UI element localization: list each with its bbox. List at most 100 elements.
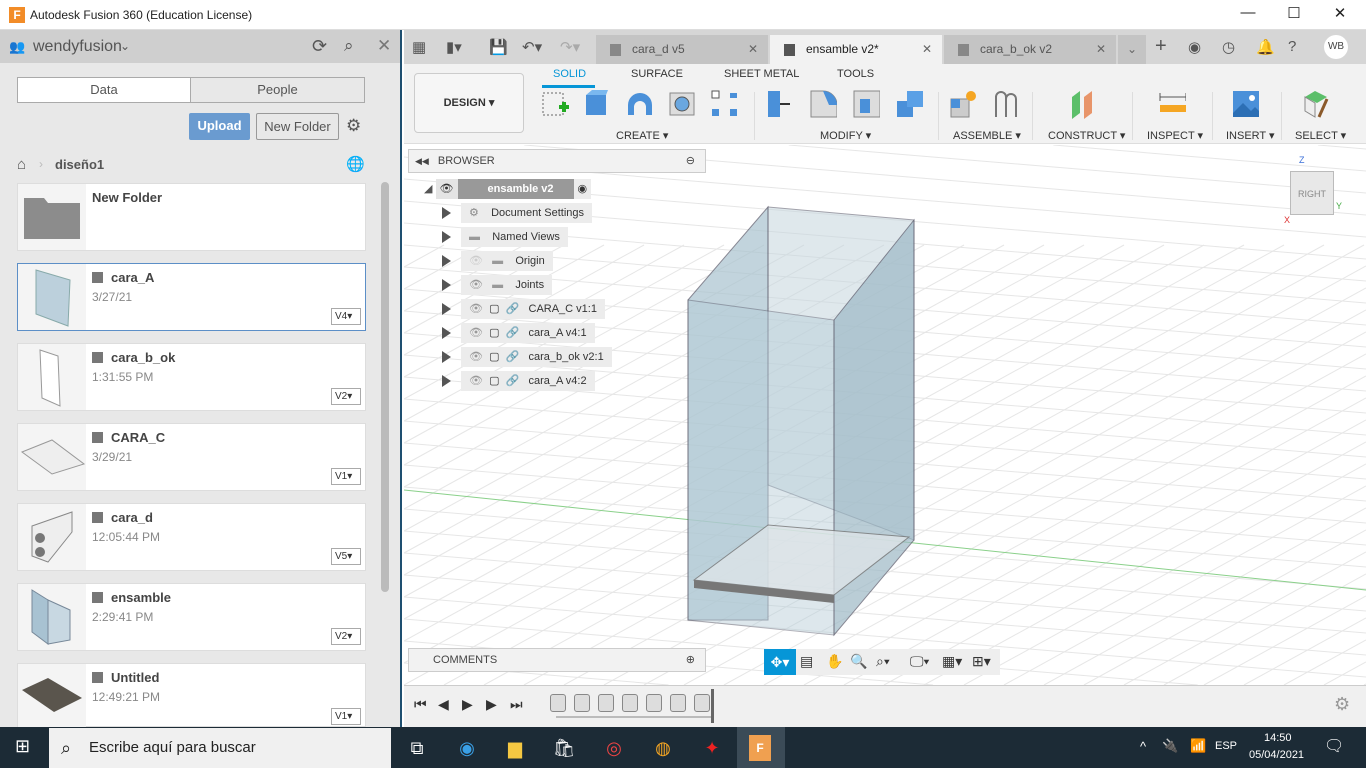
- user-avatar[interactable]: WB: [1324, 35, 1348, 59]
- tab-people[interactable]: People: [190, 77, 365, 103]
- orbit-icon[interactable]: ✥▾: [764, 649, 796, 675]
- step-back-icon[interactable]: ◀: [438, 696, 449, 713]
- list-item[interactable]: cara_d 12:05:44 PM V5▾: [17, 503, 366, 571]
- measure-icon[interactable]: [1158, 89, 1186, 119]
- rigid-group-feature-icon[interactable]: [670, 694, 686, 712]
- list-item[interactable]: cara_A 3/27/21 V4▾: [17, 263, 366, 331]
- workspace-switcher[interactable]: DESIGN ▾: [414, 73, 524, 133]
- fillet-icon[interactable]: [809, 89, 837, 119]
- new-component-icon[interactable]: [949, 89, 977, 119]
- chevron-down-icon[interactable]: ⌄: [120, 39, 130, 53]
- redo-icon[interactable]: ↷▾: [560, 38, 580, 56]
- timeline-settings-gear-icon[interactable]: ⚙: [1334, 694, 1350, 715]
- offset-plane-icon[interactable]: [1068, 89, 1096, 119]
- notifications-icon[interactable]: 🗨: [1324, 736, 1344, 756]
- clock-date[interactable]: 05/04/2021: [1249, 749, 1304, 761]
- view-cube[interactable]: RIGHT: [1290, 171, 1334, 215]
- visibility-eye-icon[interactable]: 👁: [435, 179, 458, 199]
- joint-feature-icon[interactable]: [694, 694, 710, 712]
- shell-icon[interactable]: [668, 89, 696, 119]
- file-menu-icon[interactable]: ▮▾: [446, 38, 462, 56]
- tab-overflow-chevron-icon[interactable]: ⌄: [1118, 35, 1146, 64]
- pattern-icon[interactable]: [710, 89, 738, 119]
- language-indicator[interactable]: ESP: [1215, 740, 1237, 752]
- version-dropdown[interactable]: V1▾: [331, 708, 361, 725]
- visibility-eye-icon[interactable]: 👁: [469, 351, 483, 363]
- red-app-icon[interactable]: ✦: [692, 733, 732, 763]
- browser-node[interactable]: 👁 ▢ 🔗 cara_A v4:1: [442, 323, 595, 343]
- revolve-icon[interactable]: [626, 89, 654, 119]
- search-icon[interactable]: ⌕: [344, 36, 354, 56]
- expand-triangle-icon[interactable]: [442, 255, 451, 268]
- tab-data[interactable]: Data: [17, 77, 191, 103]
- task-view-icon[interactable]: ⧉: [397, 733, 437, 763]
- create-sketch-icon[interactable]: [541, 89, 569, 119]
- insert-image-icon[interactable]: [1231, 89, 1259, 119]
- fusion-taskbar-button[interactable]: F: [737, 727, 785, 768]
- file-explorer-icon[interactable]: ▆: [495, 733, 535, 763]
- expand-triangle-icon[interactable]: [442, 279, 451, 292]
- list-item[interactable]: Untitled 12:49:21 PM V1▾: [17, 663, 366, 730]
- settings-gear-icon[interactable]: ⚙: [346, 116, 361, 136]
- add-comment-icon[interactable]: ⊕: [686, 649, 695, 671]
- version-dropdown[interactable]: V1▾: [331, 468, 361, 485]
- windows-start-icon[interactable]: ⊞: [15, 736, 30, 757]
- taskbar-search-input[interactable]: ⌕ Escribe aquí para buscar: [49, 728, 391, 768]
- collapse-browser-icon[interactable]: ◀◀: [415, 156, 429, 166]
- browser-node[interactable]: 👁 ▢ 🔗 cara_A v4:2: [442, 371, 595, 391]
- vpn-app-icon[interactable]: ◍: [643, 733, 683, 763]
- undo-icon[interactable]: ↶▾: [522, 38, 542, 56]
- close-tab-icon[interactable]: ✕: [1096, 35, 1106, 64]
- tab-cara-b-ok[interactable]: cara_b_ok v2 ✕: [944, 35, 1116, 64]
- go-to-end-icon[interactable]: ⏭: [510, 696, 523, 713]
- expand-triangle-icon[interactable]: [442, 327, 451, 340]
- browser-node[interactable]: ⚙ Document Settings: [442, 203, 593, 223]
- globe-icon[interactable]: 🌐: [346, 155, 365, 173]
- visibility-eye-icon[interactable]: 👁: [469, 255, 483, 267]
- minimize-button[interactable]: —: [1233, 4, 1263, 26]
- version-dropdown[interactable]: V2▾: [331, 388, 361, 405]
- browser-node[interactable]: 👁 ▢ 🔗 CARA_C v1:1: [442, 299, 605, 319]
- canvas-viewport[interactable]: ◀◀ BROWSER ⊖ ◢ 👁 ensamble v2 ◉ ⚙ Document …: [404, 145, 1366, 685]
- insert-menu[interactable]: INSERT ▾: [1226, 129, 1275, 142]
- version-dropdown[interactable]: V5▾: [331, 548, 361, 565]
- joint-feature-icon[interactable]: [646, 694, 662, 712]
- expand-triangle-icon[interactable]: [442, 303, 451, 316]
- browser-node[interactable]: ▬ Named Views: [442, 227, 568, 247]
- new-tab-plus-icon[interactable]: +: [1155, 35, 1167, 58]
- expand-triangle-icon[interactable]: [442, 375, 451, 388]
- activate-radio-icon[interactable]: ◉: [573, 179, 592, 199]
- browser-node[interactable]: 👁 ▬ Joints: [442, 275, 553, 295]
- construct-menu[interactable]: CONSTRUCT ▾: [1048, 129, 1125, 142]
- job-status-clock-icon[interactable]: ◷: [1222, 38, 1235, 56]
- microsoft-store-icon[interactable]: 🛍: [544, 733, 584, 763]
- breadcrumb-folder[interactable]: diseño1: [55, 157, 104, 172]
- tab-ensamble[interactable]: ensamble v2* ✕: [770, 35, 942, 64]
- browser-minimize-icon[interactable]: ⊖: [686, 150, 695, 172]
- chrome-icon[interactable]: ◎: [594, 733, 634, 763]
- go-to-start-icon[interactable]: ⏮: [414, 696, 427, 713]
- step-forward-icon[interactable]: ▶: [486, 696, 497, 713]
- play-icon[interactable]: ▶: [462, 696, 473, 713]
- assemble-menu[interactable]: ASSEMBLE ▾: [953, 129, 1021, 142]
- list-item[interactable]: ensamble 2:29:41 PM V2▾: [17, 583, 366, 651]
- zoom-icon[interactable]: 🔍: [850, 653, 867, 670]
- select-menu[interactable]: SELECT ▾: [1295, 129, 1346, 142]
- rigid-group-feature-icon[interactable]: [550, 694, 566, 712]
- press-pull-icon[interactable]: [766, 89, 794, 119]
- visibility-eye-icon[interactable]: 👁: [469, 303, 483, 315]
- home-icon[interactable]: ⌂: [17, 156, 26, 173]
- close-button[interactable]: ✕: [1325, 4, 1355, 26]
- tab-solid[interactable]: SOLID: [553, 68, 586, 80]
- timeline-marker[interactable]: [711, 689, 714, 723]
- list-item[interactable]: CARA_C 3/29/21 V1▾: [17, 423, 366, 491]
- expand-triangle-icon[interactable]: ◢: [424, 183, 432, 195]
- joint-feature-icon[interactable]: [598, 694, 614, 712]
- list-item[interactable]: cara_b_ok 1:31:55 PM V2▾: [17, 343, 366, 411]
- expand-triangle-icon[interactable]: [442, 351, 451, 364]
- visibility-eye-icon[interactable]: 👁: [469, 375, 483, 387]
- tab-cara-d[interactable]: cara_d v5 ✕: [596, 35, 768, 64]
- close-panel-icon[interactable]: ✕: [377, 36, 391, 56]
- help-icon[interactable]: ?: [1288, 38, 1296, 55]
- tab-surface[interactable]: SURFACE: [631, 68, 683, 80]
